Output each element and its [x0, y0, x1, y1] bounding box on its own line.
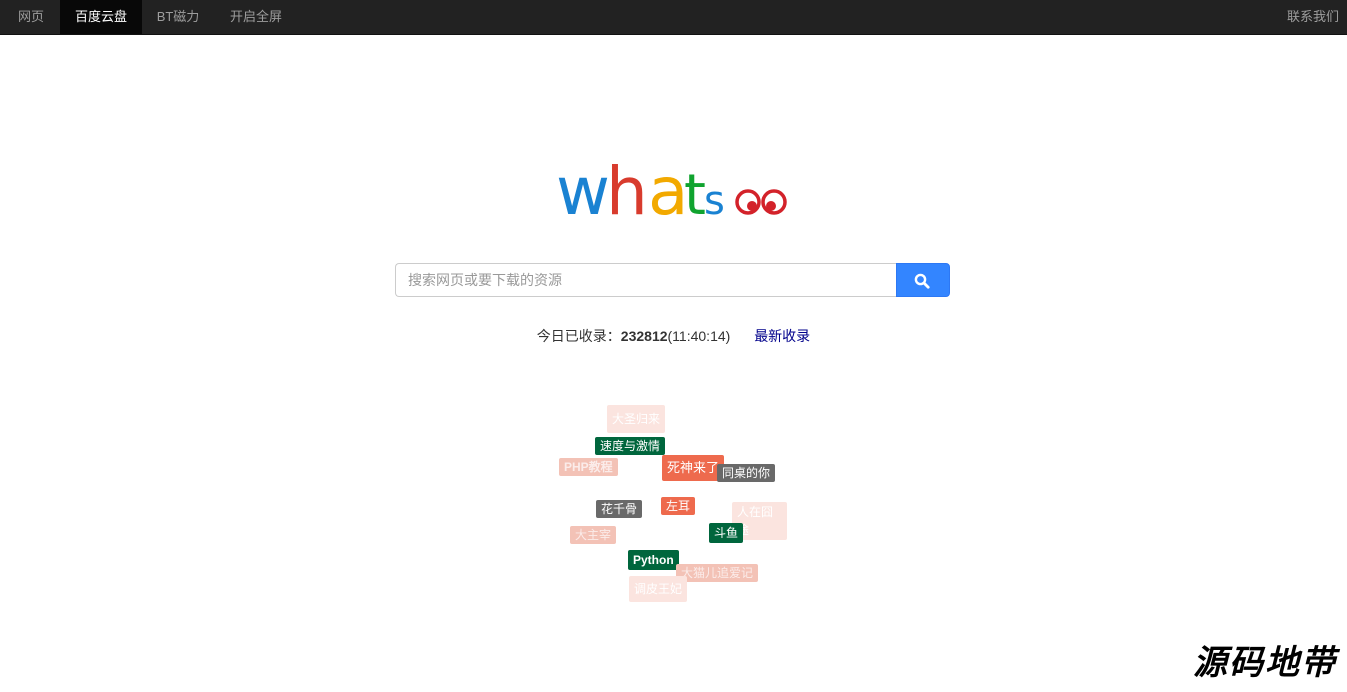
- latest-link[interactable]: 最新收录: [754, 328, 810, 344]
- tag-item[interactable]: 左耳: [661, 497, 696, 515]
- tag-item[interactable]: 大圣归来: [607, 405, 666, 433]
- nav-item-web[interactable]: 网页: [0, 0, 62, 34]
- logo-letter-h: h: [606, 153, 648, 230]
- logo-eyes-icon: [735, 189, 787, 215]
- nav-item-bt-magnet[interactable]: BT磁力: [142, 0, 214, 34]
- whats-logo: w h a t s: [556, 150, 796, 230]
- tag-item[interactable]: 大主宰: [570, 526, 617, 544]
- tag-item[interactable]: Python: [628, 550, 679, 570]
- search-input[interactable]: [395, 263, 896, 297]
- stats-count: 232812: [620, 328, 668, 344]
- search-icon: [914, 273, 930, 289]
- tag-item[interactable]: 斗鱼: [709, 523, 744, 543]
- stats-time: (11:40:14): [667, 328, 731, 344]
- top-navbar: 网页 百度云盘 BT磁力 开启全屏 联系我们: [0, 0, 1347, 35]
- index-stats: 今日已收录：232812(11:40:14) 最新收录: [0, 326, 1347, 346]
- logo-graphic: w h a t s: [556, 153, 787, 230]
- logo-letter-a: a: [648, 153, 688, 230]
- search-button[interactable]: [896, 263, 950, 297]
- logo-letter-s: s: [704, 178, 725, 224]
- nav-item-fullscreen[interactable]: 开启全屏: [214, 0, 298, 34]
- tag-item[interactable]: PHP教程: [559, 458, 618, 476]
- contact-us-link[interactable]: 联系我们: [1287, 0, 1339, 34]
- tag-item[interactable]: 同桌的你: [717, 464, 776, 482]
- logo-letter-t: t: [684, 163, 706, 228]
- nav-item-baidu-pan[interactable]: 百度云盘: [60, 0, 142, 34]
- stats-prefix: 今日已收录：: [536, 328, 621, 344]
- tag-item[interactable]: 死神来了: [662, 455, 725, 481]
- tag-item[interactable]: 速度与激情: [595, 437, 666, 455]
- logo-letter-w: w: [556, 153, 610, 230]
- tag-item[interactable]: 调皮王妃: [629, 576, 688, 602]
- tag-item[interactable]: 花千骨: [596, 500, 643, 518]
- watermark-logo: 源码地带: [1193, 643, 1337, 683]
- search-bar: [395, 263, 950, 297]
- tag-item[interactable]: 大猫儿追爱记: [676, 564, 759, 582]
